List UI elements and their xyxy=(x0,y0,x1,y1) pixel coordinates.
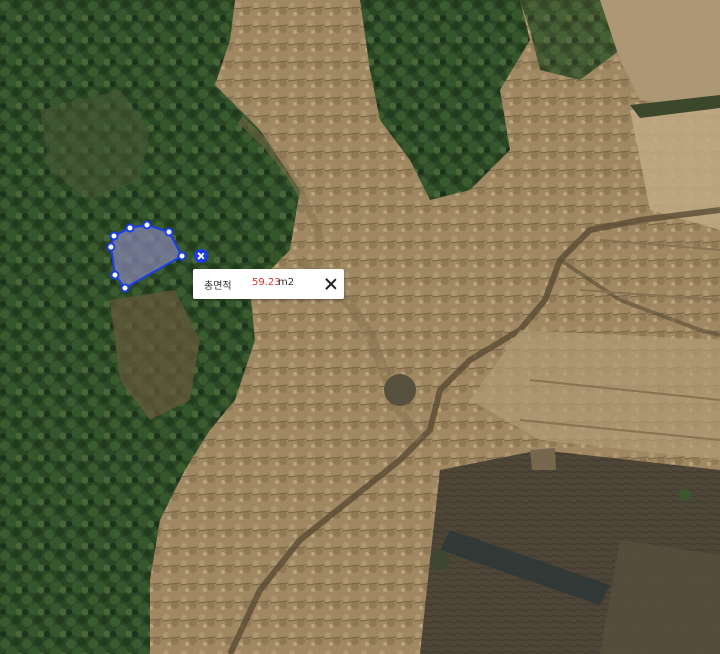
vertex-handle[interactable] xyxy=(142,220,152,230)
vertex-handle[interactable] xyxy=(109,231,119,241)
map-view[interactable]: 총면적 59.23 m2 xyxy=(0,0,720,654)
total-area-value: 59.23 xyxy=(252,277,281,288)
vertex-handle[interactable] xyxy=(125,223,135,233)
area-result-popup: 총면적 59.23 m2 xyxy=(193,269,344,299)
vertex-handle[interactable] xyxy=(110,270,120,280)
vertex-handle[interactable] xyxy=(164,227,174,237)
vertex-handle[interactable] xyxy=(106,242,116,252)
delete-shape-button[interactable] xyxy=(194,249,208,263)
vertex-handle[interactable] xyxy=(120,283,130,293)
terrain-layer xyxy=(0,0,720,654)
vertex-handle[interactable] xyxy=(177,251,187,261)
satellite-imagery[interactable] xyxy=(0,0,720,654)
area-unit: m2 xyxy=(278,277,295,288)
close-icon[interactable] xyxy=(324,277,338,291)
total-area-label: 총면적 xyxy=(204,281,232,292)
